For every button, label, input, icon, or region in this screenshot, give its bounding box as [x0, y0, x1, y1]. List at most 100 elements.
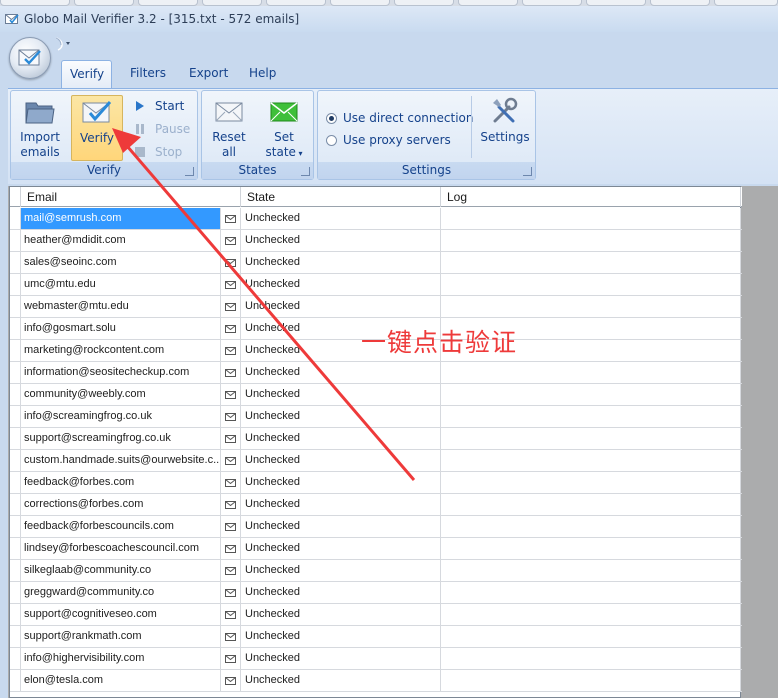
table-row[interactable]: info@screamingfrog.co.uk Unchecked — [10, 406, 742, 428]
row-header[interactable] — [10, 406, 21, 427]
state-cell[interactable]: Unchecked — [241, 450, 441, 471]
table-row[interactable]: lindsey@forbescoachescouncil.com Unchecke… — [10, 538, 742, 560]
log-cell[interactable] — [441, 252, 741, 273]
table-row[interactable]: mail@semrush.com Unchecked — [10, 208, 742, 230]
state-cell[interactable]: Unchecked — [241, 648, 441, 669]
table-row[interactable]: information@seositecheckup.com Unchecked — [10, 362, 742, 384]
table-row[interactable]: sales@seoinc.com Unchecked — [10, 252, 742, 274]
email-cell[interactable]: sales@seoinc.com — [21, 252, 221, 273]
row-header[interactable] — [10, 340, 21, 361]
email-cell[interactable]: community@weebly.com — [21, 384, 221, 405]
column-header-state[interactable]: State — [241, 187, 441, 207]
email-cell[interactable]: corrections@forbes.com — [21, 494, 221, 515]
log-cell[interactable] — [441, 472, 741, 493]
row-header[interactable] — [10, 208, 21, 229]
state-cell[interactable]: Unchecked — [241, 516, 441, 537]
row-header[interactable] — [10, 582, 21, 603]
pause-button[interactable]: Pause — [134, 119, 194, 139]
row-header[interactable] — [10, 318, 21, 339]
email-cell[interactable]: info@highervisibility.com — [21, 648, 221, 669]
column-header-email[interactable]: Email — [21, 187, 241, 207]
set-state-button[interactable]: Set state ▾ — [258, 95, 310, 161]
log-cell[interactable] — [441, 604, 741, 625]
reset-all-button[interactable]: Reset all — [206, 95, 252, 160]
dialog-launcher-icon[interactable] — [523, 167, 532, 176]
window-titlebar[interactable]: Globo Mail Verifier 3.2 - [315.txt - 572… — [0, 6, 778, 32]
verify-button[interactable]: Verify — [71, 95, 123, 161]
table-row[interactable]: feedback@forbes.com Unchecked — [10, 472, 742, 494]
row-header[interactable] — [10, 252, 21, 273]
state-cell[interactable]: Unchecked — [241, 560, 441, 581]
row-header[interactable] — [10, 494, 21, 515]
email-cell[interactable]: heather@mdidit.com — [21, 230, 221, 251]
state-cell[interactable]: Unchecked — [241, 252, 441, 273]
email-cell[interactable]: support@cognitiveseo.com — [21, 604, 221, 625]
row-header[interactable] — [10, 362, 21, 383]
row-header[interactable] — [10, 538, 21, 559]
column-header-log[interactable]: Log — [441, 187, 741, 207]
table-row[interactable]: support@rankmath.com Unchecked — [10, 626, 742, 648]
log-cell[interactable] — [441, 516, 741, 537]
email-cell[interactable]: custom.handmade.suits@ourwebsite.c... — [21, 450, 221, 471]
email-cell[interactable]: webmaster@mtu.edu — [21, 296, 221, 317]
email-cell[interactable]: mail@semrush.com — [21, 208, 221, 229]
table-row[interactable]: greggward@community.co Unchecked — [10, 582, 742, 604]
state-cell[interactable]: Unchecked — [241, 472, 441, 493]
log-cell[interactable] — [441, 450, 741, 471]
table-row[interactable]: feedback@forbescouncils.com Unchecked — [10, 516, 742, 538]
log-cell[interactable] — [441, 274, 741, 295]
row-header[interactable] — [10, 450, 21, 471]
state-cell[interactable]: Unchecked — [241, 208, 441, 229]
row-header[interactable] — [10, 626, 21, 647]
row-header[interactable] — [10, 274, 21, 295]
tab-verify[interactable]: Verify — [61, 60, 112, 88]
row-header[interactable] — [10, 516, 21, 537]
row-header[interactable] — [10, 604, 21, 625]
log-cell[interactable] — [441, 384, 741, 405]
state-cell[interactable]: Unchecked — [241, 670, 441, 691]
dialog-launcher-icon[interactable] — [185, 167, 194, 176]
row-header[interactable] — [10, 560, 21, 581]
tab-help[interactable]: Help — [241, 60, 284, 88]
state-cell[interactable]: Unchecked — [241, 538, 441, 559]
log-cell[interactable] — [441, 208, 741, 229]
table-row[interactable]: elon@tesla.com Unchecked — [10, 670, 742, 692]
tab-export[interactable]: Export — [181, 60, 236, 88]
state-cell[interactable]: Unchecked — [241, 362, 441, 383]
log-cell[interactable] — [441, 230, 741, 251]
email-cell[interactable]: feedback@forbes.com — [21, 472, 221, 493]
email-cell[interactable]: marketing@rockcontent.com — [21, 340, 221, 361]
table-row[interactable]: support@screamingfrog.co.uk Unchecked — [10, 428, 742, 450]
log-cell[interactable] — [441, 362, 741, 383]
log-cell[interactable] — [441, 296, 741, 317]
table-row[interactable]: community@weebly.com Unchecked — [10, 384, 742, 406]
log-cell[interactable] — [441, 494, 741, 515]
email-cell[interactable]: lindsey@forbescoachescouncil.com — [21, 538, 221, 559]
state-cell[interactable]: Unchecked — [241, 384, 441, 405]
log-cell[interactable] — [441, 560, 741, 581]
row-header[interactable] — [10, 428, 21, 449]
state-cell[interactable]: Unchecked — [241, 428, 441, 449]
settings-button[interactable]: Settings — [478, 95, 532, 145]
log-cell[interactable] — [441, 538, 741, 559]
state-cell[interactable]: Unchecked — [241, 494, 441, 515]
state-cell[interactable]: Unchecked — [241, 274, 441, 295]
quick-access-toolbar-icon[interactable] — [54, 36, 72, 52]
row-header[interactable] — [10, 296, 21, 317]
row-header[interactable] — [10, 384, 21, 405]
table-row[interactable]: silkeglaab@community.co Unchecked — [10, 560, 742, 582]
table-row[interactable]: support@cognitiveseo.com Unchecked — [10, 604, 742, 626]
log-cell[interactable] — [441, 406, 741, 427]
email-cell[interactable]: info@gosmart.solu — [21, 318, 221, 339]
email-cell[interactable]: info@screamingfrog.co.uk — [21, 406, 221, 427]
state-cell[interactable]: Unchecked — [241, 230, 441, 251]
tab-filters[interactable]: Filters — [122, 60, 174, 88]
direct-connection-radio[interactable]: Use direct connection — [326, 109, 476, 127]
email-cell[interactable]: support@screamingfrog.co.uk — [21, 428, 221, 449]
dialog-launcher-icon[interactable] — [301, 167, 310, 176]
proxy-servers-radio[interactable]: Use proxy servers — [326, 131, 476, 149]
stop-button[interactable]: Stop — [134, 142, 194, 162]
row-header[interactable] — [10, 670, 21, 691]
state-cell[interactable]: Unchecked — [241, 406, 441, 427]
email-cell[interactable]: information@seositecheckup.com — [21, 362, 221, 383]
